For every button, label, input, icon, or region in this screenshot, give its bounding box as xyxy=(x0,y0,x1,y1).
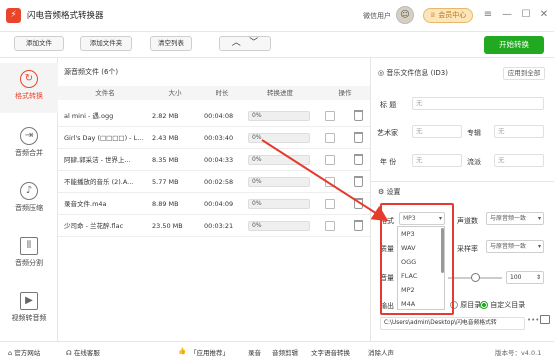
version-label: 版本号：v4.0.1 xyxy=(495,349,542,357)
annotation-arrow xyxy=(261,139,389,222)
support-link[interactable]: ☊ 在线客服 xyxy=(66,347,100,357)
link-vocal-remove[interactable]: 消除人声 xyxy=(368,347,394,357)
thumbs-up-icon: 👍 xyxy=(178,347,187,355)
link-tts[interactable]: 文字语音转换 xyxy=(311,347,350,357)
website-link[interactable]: ⌂ 官方网站 xyxy=(8,347,40,357)
headset-icon: ☊ xyxy=(66,349,74,357)
recommend-label: 「应用推荐」 xyxy=(190,349,229,357)
link-record[interactable]: 录音 xyxy=(248,347,261,357)
link-audio-edit[interactable]: 音频剪辑 xyxy=(272,347,298,357)
